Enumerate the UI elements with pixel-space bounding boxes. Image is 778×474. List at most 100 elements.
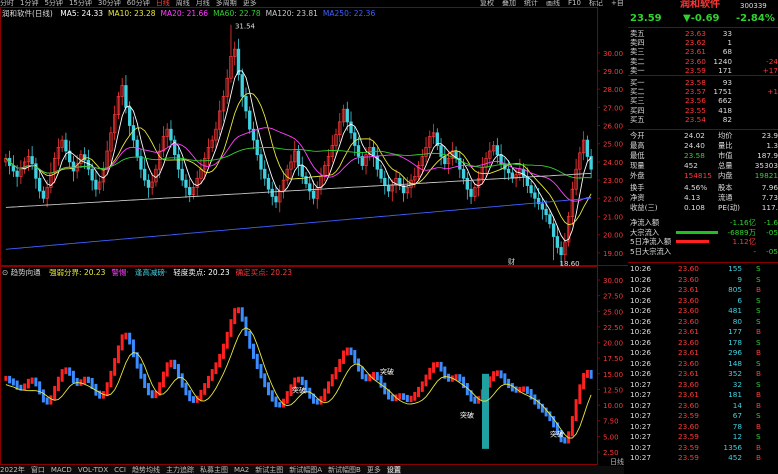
stat-row: 最低 23.58 市值 187.9 bbox=[628, 151, 778, 160]
tick-row-cell: S bbox=[756, 264, 761, 273]
tick-row: 10:27 23.60 32 S bbox=[628, 380, 778, 389]
indicator-tab-5[interactable]: 趋势均线 bbox=[132, 466, 160, 474]
indicator-tab-8[interactable]: MA2 bbox=[234, 466, 249, 474]
candle bbox=[71, 155, 76, 182]
candle bbox=[101, 161, 106, 191]
candle bbox=[120, 78, 124, 106]
flow-row-cell: 5日净流入额 bbox=[630, 237, 672, 246]
tick-row-cell: 80 bbox=[732, 316, 742, 326]
tick-row-cell: S bbox=[756, 379, 761, 389]
price-tick-label: 23.00 bbox=[603, 177, 623, 185]
tick-row-cell: 10:27 bbox=[630, 400, 652, 410]
tick-row: 10:26 23.61 177 B bbox=[628, 327, 778, 336]
bid-row: 买一 23.58 93 bbox=[628, 78, 778, 87]
tick-row-cell: S bbox=[756, 337, 761, 347]
tick-row-cell: 23.61 bbox=[678, 348, 699, 357]
indicator-tab-2[interactable]: MACD bbox=[51, 466, 72, 474]
candle bbox=[469, 180, 473, 204]
tick-row: 10:26 23.61 352 B bbox=[628, 369, 778, 378]
stat-row: 净资 4.13 流通 7.73 bbox=[628, 193, 778, 202]
candle bbox=[503, 157, 507, 180]
candle bbox=[188, 178, 192, 203]
candle bbox=[236, 38, 241, 81]
tick-row: 10:27 23.59 67 S bbox=[628, 411, 778, 420]
tick-row: 10:26 23.60 9 S bbox=[628, 275, 778, 284]
candle bbox=[315, 181, 319, 209]
indicator-tick-label: 2.50 bbox=[603, 449, 619, 457]
candle bbox=[458, 150, 462, 179]
bid-row-cell: 23.54 bbox=[685, 114, 706, 124]
indicator-tab-4[interactable]: CCI bbox=[114, 466, 126, 474]
bid-row-cell: 82 bbox=[722, 114, 732, 124]
indicator-tab-6[interactable]: 主力追踪 bbox=[166, 466, 194, 474]
flow-row-cell: 净流入额 bbox=[630, 218, 660, 227]
tick-row-cell: 23.59 bbox=[678, 411, 699, 420]
stat-row: 现量 452 总量 35303 bbox=[628, 161, 778, 170]
bid-row-cell: 买三 bbox=[630, 96, 645, 106]
candle bbox=[221, 90, 226, 122]
stat-row-cell: 外盘 bbox=[630, 171, 645, 180]
ask-row-cell: 1240 bbox=[713, 56, 732, 66]
ask-row-cell: 卖一 bbox=[630, 65, 645, 75]
stat-row-cell: 452 bbox=[684, 161, 698, 170]
candle bbox=[338, 112, 342, 143]
candle bbox=[150, 173, 154, 195]
indicator-tick-label: 10.00 bbox=[603, 402, 623, 410]
tick-row-cell: 352 bbox=[728, 369, 742, 378]
indicator-tab-9[interactable]: 新试主图 bbox=[255, 466, 283, 474]
candle bbox=[435, 128, 439, 151]
ask-row-cell: -24 bbox=[766, 56, 778, 66]
stat-row-cell: 今开 bbox=[630, 131, 645, 140]
candle bbox=[98, 177, 102, 194]
indicator-tab-1[interactable]: 窗口 bbox=[31, 466, 45, 474]
flow-row: 5日大宗流入 - -05 bbox=[628, 247, 778, 256]
price-change-pct: -2.84% bbox=[736, 13, 775, 24]
indicator-tab-0[interactable]: 2022年 bbox=[0, 466, 25, 474]
stat-row-cell: 24.02 bbox=[684, 131, 705, 140]
candle bbox=[491, 141, 496, 156]
candle bbox=[255, 129, 259, 161]
tick-row-cell: 10:26 bbox=[630, 295, 652, 305]
candle bbox=[454, 146, 458, 163]
indicator-tab-11[interactable]: 新试幅图B bbox=[328, 466, 361, 474]
candle bbox=[105, 140, 109, 176]
tick-row-cell: 23.60 bbox=[678, 421, 699, 431]
candle bbox=[401, 178, 406, 202]
tick-row-cell: B bbox=[756, 369, 762, 378]
tick-row-cell: B bbox=[756, 442, 762, 452]
ask-row-cell: +17 bbox=[762, 65, 778, 75]
bid-row-cell: 662 bbox=[718, 96, 732, 106]
tick-row: 10:27 23.59 452 B bbox=[628, 453, 778, 462]
indicator-legend-item: 轻度卖点: 20.23 bbox=[173, 268, 230, 277]
candle bbox=[563, 233, 567, 263]
price-tick-label: 24.00 bbox=[603, 159, 623, 167]
tick-row: 10:26 23.60 148 S bbox=[628, 359, 778, 368]
tick-row-cell: 78 bbox=[732, 421, 742, 431]
indicator-tab-12[interactable]: 更多 bbox=[367, 466, 381, 474]
tick-row-cell: S bbox=[756, 358, 761, 368]
candle bbox=[323, 161, 327, 182]
stat-row-cell: 24.40 bbox=[684, 141, 705, 150]
indicator-legend-item: 确定买点: 20.23 bbox=[235, 268, 293, 277]
ask-row-cell: 23.63 bbox=[685, 29, 706, 38]
tick-row-cell: 14 bbox=[732, 400, 742, 410]
indicator-tab-13[interactable]: 设置 bbox=[386, 466, 401, 474]
candle bbox=[566, 211, 571, 247]
tick-row-cell: 10:26 bbox=[630, 274, 652, 284]
tick-row-cell: 10:26 bbox=[630, 285, 652, 294]
price-change: ▼-0.69 bbox=[683, 13, 720, 24]
indicator-tab-3[interactable]: VOL-TDX bbox=[78, 466, 108, 474]
stat-row-cell: 换手 bbox=[630, 183, 645, 192]
ask-row-cell: 1 bbox=[727, 38, 732, 48]
tick-row-cell: 12 bbox=[732, 432, 742, 441]
indicator-tab-10[interactable]: 新试幅图A bbox=[289, 466, 322, 474]
price-tick-label: 21.00 bbox=[603, 214, 623, 222]
indicator-tick-label: 27.50 bbox=[603, 293, 623, 301]
candle bbox=[49, 162, 53, 194]
candle bbox=[248, 106, 252, 134]
indicator-tab-7[interactable]: 私募主图 bbox=[200, 466, 228, 474]
candle bbox=[281, 171, 286, 199]
tick-row-cell: 10:26 bbox=[630, 264, 652, 273]
chart-area[interactable]: 30.00 29.00 28.00 27.00 26.00 25.00 24.00 23.00… bbox=[0, 0, 628, 466]
price-tick-label: 20.00 bbox=[603, 232, 623, 240]
